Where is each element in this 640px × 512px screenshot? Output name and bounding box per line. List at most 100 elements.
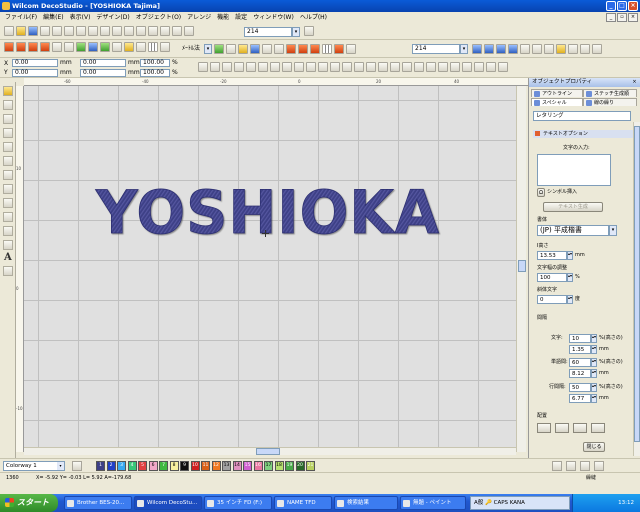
reshape-icon[interactable] xyxy=(3,100,13,110)
zoom-out-icon[interactable] xyxy=(160,26,170,36)
zoom-d-icon[interactable] xyxy=(508,44,518,54)
lock-r-icon[interactable] xyxy=(498,62,508,72)
height-field[interactable]: 13.53 xyxy=(537,251,567,260)
shirt-icon[interactable] xyxy=(88,42,98,52)
align-right-icon[interactable] xyxy=(573,423,587,433)
line-spacing-mm-field[interactable]: 6.77 xyxy=(569,394,591,403)
motif-icon[interactable] xyxy=(136,42,146,52)
color-swatch-20[interactable]: 20 xyxy=(295,461,305,471)
lock-c-icon[interactable] xyxy=(318,62,328,72)
word-spacing-spinner[interactable]: ▴▾ xyxy=(591,358,597,367)
color-swatch-14[interactable]: 14 xyxy=(232,461,242,471)
open-folder-icon[interactable] xyxy=(16,26,26,36)
branch-icon[interactable] xyxy=(3,198,13,208)
view-b-icon[interactable] xyxy=(532,44,542,54)
knife-icon[interactable] xyxy=(3,128,13,138)
italic-spinner[interactable]: ▴▾ xyxy=(567,295,573,304)
align-a-icon[interactable] xyxy=(198,62,208,72)
menu-file[interactable]: ファイル(F) xyxy=(2,12,40,24)
thread-chart-icon[interactable] xyxy=(552,461,562,471)
zoom-a-icon[interactable] xyxy=(472,44,482,54)
star-icon[interactable] xyxy=(3,240,13,250)
unit-dropdown[interactable]: ▾ xyxy=(204,44,212,54)
align-d-icon[interactable] xyxy=(234,62,244,72)
save-icon[interactable] xyxy=(28,26,38,36)
paste-icon[interactable] xyxy=(88,26,98,36)
panel-close-icon[interactable]: × xyxy=(631,79,638,86)
char-spacing-field[interactable]: 10 xyxy=(569,334,591,343)
zoom-dropdown[interactable]: ▾ xyxy=(292,27,300,37)
x-field[interactable]: 0.00 xyxy=(12,59,58,67)
height-field[interactable]: 0.00 xyxy=(80,69,126,77)
menu-arrange[interactable]: アレンジ xyxy=(184,12,214,24)
line-mm-spinner[interactable]: ▴▾ xyxy=(591,394,597,403)
color-film-icon[interactable] xyxy=(568,44,578,54)
task-floppy[interactable]: 35 インチ FD (F:) xyxy=(204,496,272,510)
menu-design[interactable]: デザイン(D) xyxy=(93,12,132,24)
char-spacing-mm-field[interactable]: 1.35 xyxy=(569,345,591,354)
text-input-area[interactable] xyxy=(537,154,611,186)
overview-icon[interactable] xyxy=(580,44,590,54)
zoom-field-2[interactable]: 214 xyxy=(412,44,460,54)
show-outline-icon[interactable] xyxy=(226,44,236,54)
canvas-horizontal-scrollbar[interactable] xyxy=(24,447,516,455)
color-swatch-6[interactable]: 6 xyxy=(148,461,158,471)
lock-a-icon[interactable] xyxy=(294,62,304,72)
mdi-restore-button[interactable]: ▫ xyxy=(617,13,627,22)
copy-icon[interactable] xyxy=(76,26,86,36)
color-swatch-2[interactable]: 2 xyxy=(106,461,116,471)
canvas-vertical-scrollbar[interactable] xyxy=(516,86,526,452)
zoom-c-icon[interactable] xyxy=(496,44,506,54)
task-decostudio[interactable]: Wilcom DecoStu... xyxy=(134,496,202,510)
show-needle-icon[interactable] xyxy=(250,44,260,54)
maximize-button[interactable]: □ xyxy=(617,1,627,11)
node-icon[interactable] xyxy=(3,184,13,194)
pan-icon[interactable] xyxy=(184,26,194,36)
lock-l-icon[interactable] xyxy=(426,62,436,72)
zoom-dropdown-2[interactable]: ▾ xyxy=(460,44,468,54)
align-g-icon[interactable] xyxy=(270,62,280,72)
color-swatch-16[interactable]: 16 xyxy=(253,461,263,471)
show-stitches-icon[interactable] xyxy=(214,44,224,54)
pen-icon[interactable] xyxy=(3,142,13,152)
align-e-icon[interactable] xyxy=(246,62,256,72)
object-type-field[interactable]: レタリング xyxy=(533,111,631,121)
undo-icon[interactable] xyxy=(100,26,110,36)
color-swatch-8[interactable]: 8 xyxy=(169,461,179,471)
zoom-in-icon[interactable] xyxy=(148,26,158,36)
zoom-box-icon[interactable] xyxy=(136,26,146,36)
color-swatch-13[interactable]: 13 xyxy=(222,461,231,471)
stitch-list-icon[interactable] xyxy=(592,44,602,54)
zigzag-icon[interactable] xyxy=(286,44,296,54)
menu-view[interactable]: 表示(V) xyxy=(67,12,94,24)
zoom-fit-icon[interactable] xyxy=(172,26,182,36)
color-swatch-1[interactable]: 1 xyxy=(96,461,105,471)
lock-k-icon[interactable] xyxy=(414,62,424,72)
zoom-options-icon[interactable] xyxy=(304,26,314,36)
design-icon[interactable] xyxy=(124,42,134,52)
close-panel-button[interactable]: 閉じる xyxy=(583,442,605,452)
print-icon[interactable] xyxy=(40,26,50,36)
width-pct-field[interactable]: 100.00 xyxy=(140,59,170,67)
char-mm-spinner[interactable]: ▴▾ xyxy=(591,345,597,354)
word-spacing-field[interactable]: 60 xyxy=(569,358,591,367)
print-preview-icon[interactable] xyxy=(52,26,62,36)
diamond-icon[interactable] xyxy=(3,266,13,276)
symbol-insert-icon[interactable]: Ω xyxy=(537,188,545,197)
lock-f-icon[interactable] xyxy=(354,62,364,72)
close-button[interactable]: × xyxy=(628,1,638,11)
line-spacing-spinner[interactable]: ▴▾ xyxy=(591,383,597,392)
monogram-icon[interactable] xyxy=(3,212,13,222)
tab-repeat[interactable]: 線の繰り xyxy=(583,98,637,106)
hscroll-thumb[interactable] xyxy=(256,448,280,455)
tab-special[interactable]: スペシャル xyxy=(531,98,583,106)
view-a-icon[interactable] xyxy=(520,44,530,54)
color-swatch-18[interactable]: 18 xyxy=(274,461,284,471)
cut-icon[interactable] xyxy=(64,26,74,36)
word-spacing-mm-field[interactable]: 8.12 xyxy=(569,369,591,378)
width-field[interactable]: 0.00 xyxy=(80,59,126,67)
lock-m-icon[interactable] xyxy=(438,62,448,72)
mdi-close-button[interactable]: × xyxy=(628,13,638,22)
properties-icon[interactable] xyxy=(556,44,566,54)
lock-n-icon[interactable] xyxy=(450,62,460,72)
